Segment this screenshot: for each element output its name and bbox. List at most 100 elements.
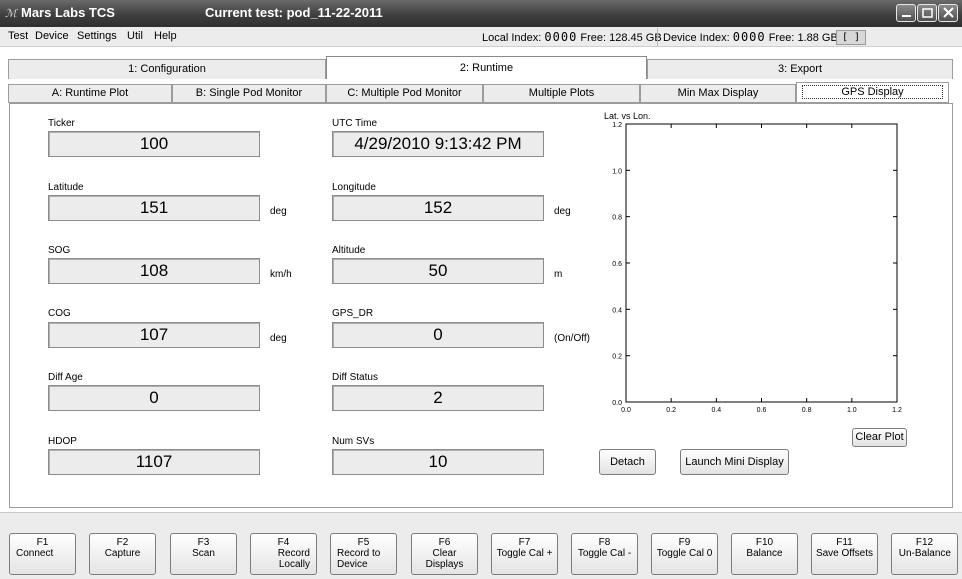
fkey-label: F7: [518, 537, 531, 548]
fkey-text: Balance: [746, 548, 783, 559]
latitude-field: 151: [48, 195, 260, 221]
fkey-f5-button[interactable]: F5 Record to Device: [330, 533, 397, 575]
menu-test[interactable]: Test: [8, 30, 28, 42]
x-tick-label: 0.2: [666, 407, 676, 414]
menu-device[interactable]: Device: [35, 30, 69, 42]
clear-plot-button[interactable]: Clear Plot: [852, 428, 907, 447]
minimize-button[interactable]: [896, 4, 916, 22]
x-tick-label: 0.8: [802, 407, 812, 414]
longitude-field: 152: [332, 195, 544, 221]
y-tick-label: 0.6: [612, 261, 622, 268]
fkey-f6-button[interactable]: F6 Clear Displays: [411, 533, 478, 575]
tab-gps-display-label: GPS Display: [802, 85, 943, 99]
detach-button[interactable]: Detach: [599, 449, 656, 475]
device-free-label: Free:: [768, 32, 795, 44]
status-indicator: [ ]: [836, 30, 866, 45]
plot-title: Lat. vs Lon.: [604, 111, 651, 121]
x-tick-label: 0.4: [711, 407, 721, 414]
tab-runtime[interactable]: 2: Runtime: [326, 56, 647, 79]
fkey-label: F10: [755, 537, 774, 548]
minimize-icon: [902, 15, 911, 17]
launch-mini-display-button[interactable]: Launch Mini Display: [680, 449, 789, 475]
fkey-f7-button[interactable]: F7 Toggle Cal +: [491, 533, 558, 575]
tab-single-pod-monitor[interactable]: B: Single Pod Monitor: [172, 84, 326, 103]
y-tick-label: 0.2: [612, 354, 622, 361]
tab-gps-display[interactable]: GPS Display: [796, 82, 949, 103]
latitude-label: Latitude: [48, 182, 84, 193]
local-index: Local Index: 0000 Free: 128.45 GB: [482, 30, 662, 44]
close-button[interactable]: [938, 4, 958, 22]
fkey-text: Toggle Cal 0: [656, 548, 713, 559]
sog-label: SOG: [48, 245, 71, 256]
cog-unit: deg: [270, 333, 287, 344]
cog-field: 107: [48, 322, 260, 348]
diff-status-label: Diff Status: [332, 372, 378, 383]
local-index-value: 0000: [544, 30, 578, 44]
current-test-title: Current test: pod_11-22-2011: [205, 5, 383, 20]
local-index-label: Local Index:: [482, 32, 542, 44]
x-tick-label: 0.0: [621, 407, 631, 414]
status-divider: [657, 28, 658, 46]
longitude-label: Longitude: [332, 182, 376, 193]
fkey-f12-button[interactable]: F12 Un-Balance: [891, 533, 958, 575]
altitude-field: 50: [332, 258, 544, 284]
diff-age-field: 0: [48, 385, 260, 411]
num-svs-label: Num SVs: [332, 436, 375, 447]
fkey-label: F1: [36, 537, 49, 548]
fkey-label: F6: [438, 537, 451, 548]
tab-multiple-plots[interactable]: Multiple Plots: [483, 84, 640, 103]
utc-time-field: 4/29/2010 9:13:42 PM: [332, 131, 544, 157]
lat-lon-plot: Lat. vs Lon. 0.0 0.2 0.4 0.6 0.8 1.0 1.2 0.0 0.2…: [601, 110, 911, 423]
gps-dr-field: 0: [332, 322, 544, 348]
cog-label: COG: [48, 308, 71, 319]
x-tick-label: 1.2: [892, 407, 902, 414]
ticker-field: 100: [48, 131, 260, 157]
fkey-label: F2: [116, 537, 129, 548]
menu-settings[interactable]: Settings: [77, 30, 117, 42]
fkey-f4-button[interactable]: F4 Record Locally: [250, 533, 317, 575]
y-tick-label: 0.8: [612, 215, 622, 222]
fkey-label: F12: [915, 537, 934, 548]
plot-canvas: Lat. vs Lon. 0.0 0.2 0.4 0.6 0.8 1.0 1.2 0.0 0.2…: [604, 111, 902, 414]
maximize-icon: [922, 8, 933, 18]
y-tick-label: 1.2: [612, 122, 622, 129]
tab-min-max-display[interactable]: Min Max Display: [640, 84, 796, 103]
fkey-text: Toggle Cal -: [577, 548, 632, 559]
close-icon: [943, 7, 954, 18]
tab-runtime-plot[interactable]: A: Runtime Plot: [8, 84, 172, 103]
fkey-f3-button[interactable]: F3 Scan: [170, 533, 237, 575]
menu-help[interactable]: Help: [154, 30, 177, 42]
sog-unit: km/h: [270, 269, 292, 280]
ticker-label: Ticker: [48, 118, 75, 129]
diff-status-field: 2: [332, 385, 544, 411]
maximize-button[interactable]: [917, 4, 937, 22]
fkey-f9-button[interactable]: F9 Toggle Cal 0: [651, 533, 718, 575]
tab-export[interactable]: 3: Export: [647, 59, 953, 79]
menu-bar: Test Device Settings Util Help Local Ind…: [0, 27, 962, 47]
latitude-unit: deg: [270, 206, 287, 217]
gps-dr-label: GPS_DR: [332, 308, 374, 319]
tab-configuration[interactable]: 1: Configuration: [8, 59, 326, 79]
x-tick-label: 0.6: [757, 407, 767, 414]
y-tick-label: 0.0: [612, 400, 622, 407]
fkey-label: F5: [357, 537, 370, 548]
title-bar: ℳ Mars Labs TCS Current test: pod_11-22-…: [0, 0, 962, 27]
fkey-f2-button[interactable]: F2 Capture: [89, 533, 156, 575]
fkey-f11-button[interactable]: F11 Save Offsets: [811, 533, 878, 575]
device-index: Device Index: 0000 Free: 1.88 GB: [663, 30, 838, 44]
device-index-value: 0000: [732, 30, 766, 44]
hdop-field: 1107: [48, 449, 260, 475]
fkey-label: F11: [836, 537, 853, 548]
device-index-label: Device Index:: [663, 32, 730, 44]
longitude-unit: deg: [554, 206, 571, 217]
diff-age-label: Diff Age: [48, 372, 83, 383]
tab-multiple-pod-monitor[interactable]: C: Multiple Pod Monitor: [326, 84, 483, 103]
fkey-text: Connect: [16, 548, 54, 559]
fkey-f1-button[interactable]: F1 Connect: [9, 533, 76, 575]
x-tick-label: 1.0: [847, 407, 857, 414]
fkey-f10-button[interactable]: F10 Balance: [731, 533, 798, 575]
menu-util[interactable]: Util: [127, 30, 143, 42]
y-tick-label: 0.4: [612, 307, 622, 314]
fkey-text: Record to Device: [337, 548, 381, 570]
fkey-f8-button[interactable]: F8 Toggle Cal -: [571, 533, 638, 575]
